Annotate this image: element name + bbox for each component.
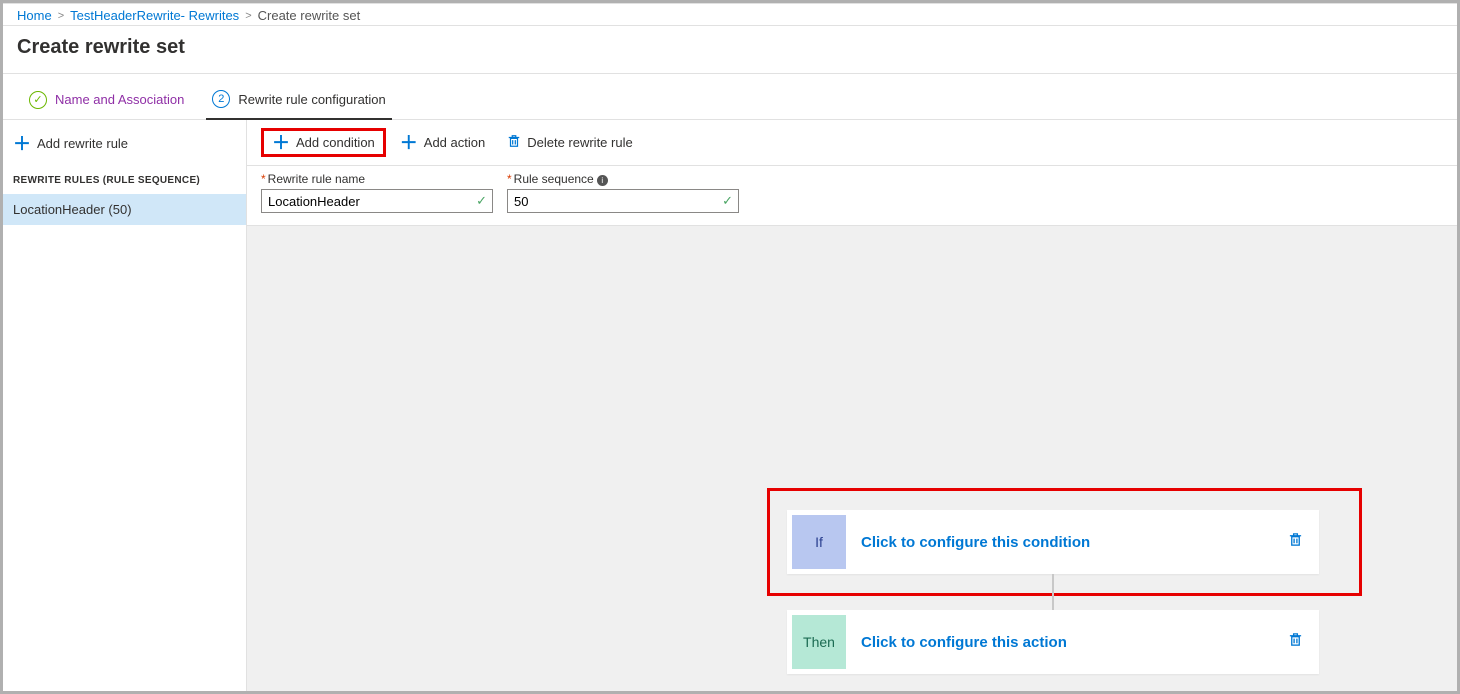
plus-icon: ＋ xyxy=(272,136,290,150)
breadcrumb-current: Create rewrite set xyxy=(258,8,361,23)
connector-line xyxy=(1052,574,1054,610)
button-label: Delete rewrite rule xyxy=(527,135,633,150)
tab-rewrite-rule-config[interactable]: 2 Rewrite rule configuration xyxy=(206,84,391,120)
add-rule-label: Add rewrite rule xyxy=(37,136,128,151)
action-card[interactable]: Then Click to configure this action xyxy=(787,610,1319,674)
breadcrumb-home[interactable]: Home xyxy=(17,8,52,23)
rule-name-input[interactable] xyxy=(261,189,493,213)
sidebar-header: REWRITE RULES (RULE SEQUENCE) xyxy=(3,161,246,194)
breadcrumb: Home > TestHeaderRewrite- Rewrites > Cre… xyxy=(3,3,1457,26)
rule-sequence-label: *Rule sequencei xyxy=(507,172,739,186)
tab-label: Rewrite rule configuration xyxy=(238,92,385,107)
rule-sequence-input[interactable] xyxy=(507,189,739,213)
tab-label: Name and Association xyxy=(55,92,184,107)
sidebar-item-rule[interactable]: LocationHeader (50) xyxy=(3,194,246,225)
delete-rewrite-rule-button[interactable]: Delete rewrite rule xyxy=(499,130,641,155)
if-badge: If xyxy=(792,515,846,569)
step-number-icon: 2 xyxy=(212,90,230,108)
delete-action-button[interactable] xyxy=(1288,632,1303,652)
wizard-tabs: ✓ Name and Association 2 Rewrite rule co… xyxy=(3,74,1457,120)
trash-icon xyxy=(507,134,521,151)
plus-icon: ＋ xyxy=(13,137,31,151)
tab-name-association[interactable]: ✓ Name and Association xyxy=(23,85,190,119)
delete-condition-button[interactable] xyxy=(1288,532,1303,552)
rule-name-label: *Rewrite rule name xyxy=(261,172,493,186)
condition-card[interactable]: If Click to configure this condition xyxy=(787,510,1319,574)
toolbar: ＋ Add condition ＋ Add action Delete rewr… xyxy=(247,120,1457,166)
plus-icon: ＋ xyxy=(400,136,418,150)
breadcrumb-mid[interactable]: TestHeaderRewrite- Rewrites xyxy=(70,8,239,23)
add-rewrite-rule-button[interactable]: ＋ Add rewrite rule xyxy=(3,130,246,161)
then-badge: Then xyxy=(792,615,846,669)
check-circle-icon: ✓ xyxy=(29,91,47,109)
page-title: Create rewrite set xyxy=(3,26,1457,73)
configure-action-link[interactable]: Click to configure this action xyxy=(861,634,1067,651)
button-label: Add condition xyxy=(296,135,375,150)
chevron-right-icon: > xyxy=(245,10,251,22)
chevron-right-icon: > xyxy=(58,10,64,22)
rule-form: *Rewrite rule name ✓ *Rule sequencei ✓ xyxy=(247,166,1457,226)
configure-condition-link[interactable]: Click to configure this condition xyxy=(861,534,1090,551)
add-condition-button[interactable]: ＋ Add condition xyxy=(261,128,386,157)
sidebar: ＋ Add rewrite rule REWRITE RULES (RULE S… xyxy=(3,120,247,694)
main-panel: ＋ Add condition ＋ Add action Delete rewr… xyxy=(247,120,1457,694)
button-label: Add action xyxy=(424,135,485,150)
add-action-button[interactable]: ＋ Add action xyxy=(392,131,493,154)
info-icon[interactable]: i xyxy=(597,175,608,186)
